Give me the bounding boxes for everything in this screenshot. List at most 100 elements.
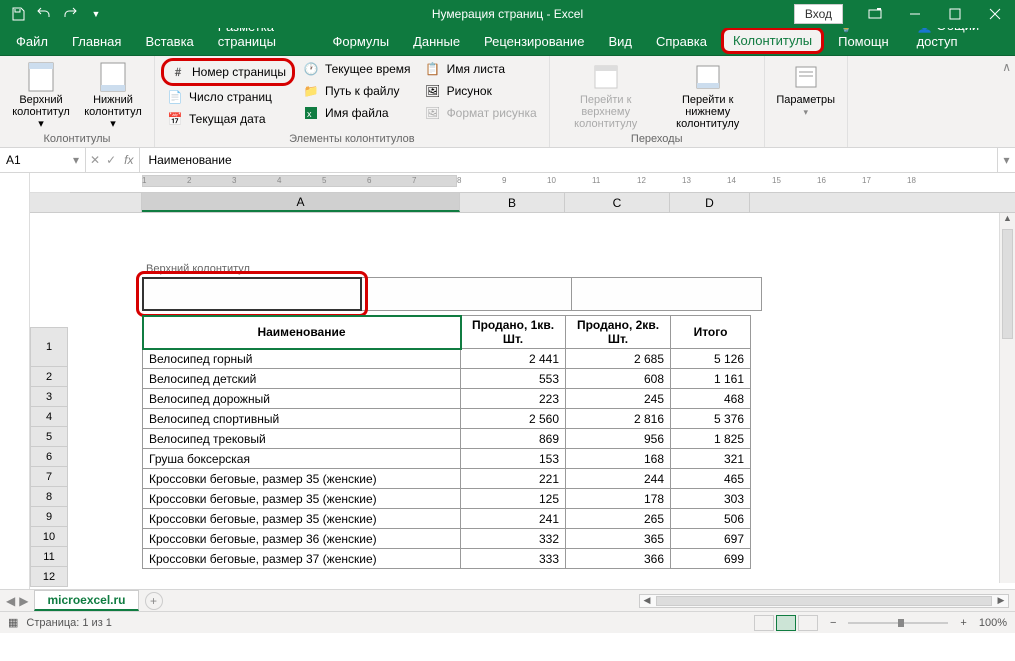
goto-footer-icon bbox=[693, 60, 723, 94]
header-cell-b[interactable]: Продано, 1кв. Шт. bbox=[461, 316, 566, 349]
row-header[interactable]: 5 bbox=[30, 427, 68, 447]
scroll-up-icon[interactable]: ▲ bbox=[1000, 213, 1015, 227]
table-row[interactable]: Кроссовки беговые, размер 35 (женские)22… bbox=[143, 469, 751, 489]
table-row[interactable]: Велосипед спортивный2 5602 8165 376 bbox=[143, 409, 751, 429]
tab-formulas[interactable]: Формулы bbox=[321, 28, 402, 55]
tab-prev-icon[interactable]: ◀ bbox=[6, 594, 15, 608]
login-button[interactable]: Вход bbox=[794, 4, 843, 24]
table-row[interactable]: Груша боксерская153168321 bbox=[143, 449, 751, 469]
tab-insert[interactable]: Вставка bbox=[133, 28, 205, 55]
view-pagelayout-button[interactable] bbox=[776, 615, 796, 631]
table-row[interactable]: Кроссовки беговые, размер 36 (женские)33… bbox=[143, 529, 751, 549]
tab-view[interactable]: Вид bbox=[596, 28, 644, 55]
row-header[interactable]: 7 bbox=[30, 467, 68, 487]
grid[interactable]: 123456789101112131415161718 A B C D Верх… bbox=[70, 173, 1015, 589]
header-icon bbox=[26, 60, 56, 94]
picture-button[interactable]: 🖼Рисунок bbox=[419, 80, 543, 102]
table-row[interactable]: Велосипед трековый8699561 825 bbox=[143, 429, 751, 449]
table-row[interactable]: Кроссовки беговые, размер 37 (женские)33… bbox=[143, 549, 751, 569]
table-row[interactable]: Велосипед дорожный223245468 bbox=[143, 389, 751, 409]
tab-data[interactable]: Данные bbox=[401, 28, 472, 55]
expand-formula-icon[interactable]: ▾ bbox=[997, 148, 1015, 172]
tab-header-footer[interactable]: Колонтитулы bbox=[721, 27, 824, 54]
accept-icon[interactable]: ✓ bbox=[106, 153, 116, 167]
minimize-icon[interactable] bbox=[895, 0, 935, 28]
header-right-box[interactable] bbox=[572, 277, 762, 311]
tab-home[interactable]: Главная bbox=[60, 28, 133, 55]
header-button[interactable]: Верхний колонтитул ▾ bbox=[6, 58, 76, 132]
row-header[interactable]: 10 bbox=[30, 527, 68, 547]
row-header[interactable]: 4 bbox=[30, 407, 68, 427]
row-header[interactable]: 2 bbox=[30, 367, 68, 387]
table-header-row: Наименование Продано, 1кв. Шт. Продано, … bbox=[143, 316, 751, 349]
qat-dropdown-icon[interactable]: ▼ bbox=[84, 2, 108, 26]
col-header-c[interactable]: C bbox=[565, 193, 670, 212]
add-sheet-button[interactable]: + bbox=[145, 592, 163, 610]
zoom-out-icon[interactable]: − bbox=[830, 617, 836, 629]
collapse-ribbon-icon[interactable]: ∧ bbox=[998, 56, 1015, 147]
row-header[interactable]: 12 bbox=[30, 567, 68, 587]
current-date-button[interactable]: 📅Текущая дата bbox=[161, 108, 295, 130]
goto-footer-button[interactable]: Перейти к нижнему колонтитулу bbox=[658, 58, 758, 132]
view-normal-button[interactable] bbox=[754, 615, 774, 631]
save-icon[interactable] bbox=[6, 2, 30, 26]
chevron-down-icon[interactable]: ▾ bbox=[73, 153, 79, 167]
row-header[interactable]: 8 bbox=[30, 487, 68, 507]
col-header-b[interactable]: B bbox=[460, 193, 565, 212]
group-options: Параметры▾ bbox=[765, 56, 848, 147]
tab-help[interactable]: Справка bbox=[644, 28, 719, 55]
redo-icon[interactable] bbox=[58, 2, 82, 26]
footer-button[interactable]: Нижний колонтитул ▾ bbox=[78, 58, 148, 132]
zoom-level[interactable]: 100% bbox=[979, 617, 1007, 629]
page-number-button[interactable]: #️Номер страницы bbox=[161, 58, 295, 86]
scroll-left-icon[interactable]: ◀ bbox=[640, 595, 654, 606]
row-header[interactable]: 11 bbox=[30, 547, 68, 567]
annotation-red-box bbox=[136, 271, 368, 317]
scroll-right-icon[interactable]: ▶ bbox=[994, 595, 1008, 606]
sheet-area: 123456789101112131415161718 A B C D Верх… bbox=[0, 173, 1015, 589]
tab-file[interactable]: Файл bbox=[4, 28, 60, 55]
cancel-icon[interactable]: ✕ bbox=[90, 153, 100, 167]
name-box[interactable]: A1▾ bbox=[0, 148, 86, 172]
fx-icon[interactable]: fx bbox=[124, 153, 133, 167]
row-header[interactable]: 6 bbox=[30, 447, 68, 467]
scroll-thumb[interactable] bbox=[1002, 229, 1013, 339]
table-row[interactable]: Велосипед детский5536081 161 bbox=[143, 369, 751, 389]
table-row[interactable]: Кроссовки беговые, размер 35 (женские)24… bbox=[143, 509, 751, 529]
col-header-d[interactable]: D bbox=[670, 193, 750, 212]
close-icon[interactable] bbox=[975, 0, 1015, 28]
zoom-in-icon[interactable]: + bbox=[960, 617, 966, 629]
table-row[interactable]: Кроссовки беговые, размер 35 (женские)12… bbox=[143, 489, 751, 509]
hscroll-thumb[interactable] bbox=[656, 596, 992, 606]
formula-input[interactable] bbox=[140, 153, 997, 167]
group-label-headerfooter: Колонтитулы bbox=[6, 133, 148, 147]
header-center-box[interactable] bbox=[362, 277, 572, 311]
header-left-box[interactable] bbox=[142, 277, 362, 311]
table-row[interactable]: Велосипед горный2 4412 6855 126 bbox=[143, 349, 751, 369]
header-cell-c[interactable]: Продано, 2кв. Шт. bbox=[566, 316, 671, 349]
file-path-button[interactable]: 📁Путь к файлу bbox=[297, 80, 417, 102]
vertical-scrollbar[interactable]: ▲ bbox=[999, 213, 1015, 583]
options-button[interactable]: Параметры▾ bbox=[771, 58, 841, 120]
page-count-button[interactable]: 📄Число страниц bbox=[161, 86, 295, 108]
page-status: Страница: 1 из 1 bbox=[26, 617, 112, 629]
zoom-slider[interactable] bbox=[848, 622, 948, 624]
sheet-name-button[interactable]: 📋Имя листа bbox=[419, 58, 543, 80]
horizontal-scrollbar[interactable]: ◀ ▶ bbox=[639, 594, 1009, 608]
maximize-icon[interactable] bbox=[935, 0, 975, 28]
row-header[interactable]: 1 bbox=[30, 327, 68, 367]
row-header[interactable]: 9 bbox=[30, 507, 68, 527]
svg-text:x: x bbox=[307, 109, 312, 119]
file-name-button[interactable]: xИмя файла bbox=[297, 102, 417, 124]
view-pagebreak-button[interactable] bbox=[798, 615, 818, 631]
tab-next-icon[interactable]: ▶ bbox=[19, 594, 28, 608]
tab-review[interactable]: Рецензирование bbox=[472, 28, 596, 55]
row-header[interactable]: 3 bbox=[30, 387, 68, 407]
col-header-a[interactable]: A bbox=[142, 193, 460, 212]
ribbon-options-icon[interactable] bbox=[855, 0, 895, 28]
header-cell-a[interactable]: Наименование bbox=[143, 316, 461, 349]
sheet-tab[interactable]: microexcel.ru bbox=[34, 590, 138, 611]
current-time-button[interactable]: 🕐Текущее время bbox=[297, 58, 417, 80]
header-cell-d[interactable]: Итого bbox=[671, 316, 751, 349]
undo-icon[interactable] bbox=[32, 2, 56, 26]
